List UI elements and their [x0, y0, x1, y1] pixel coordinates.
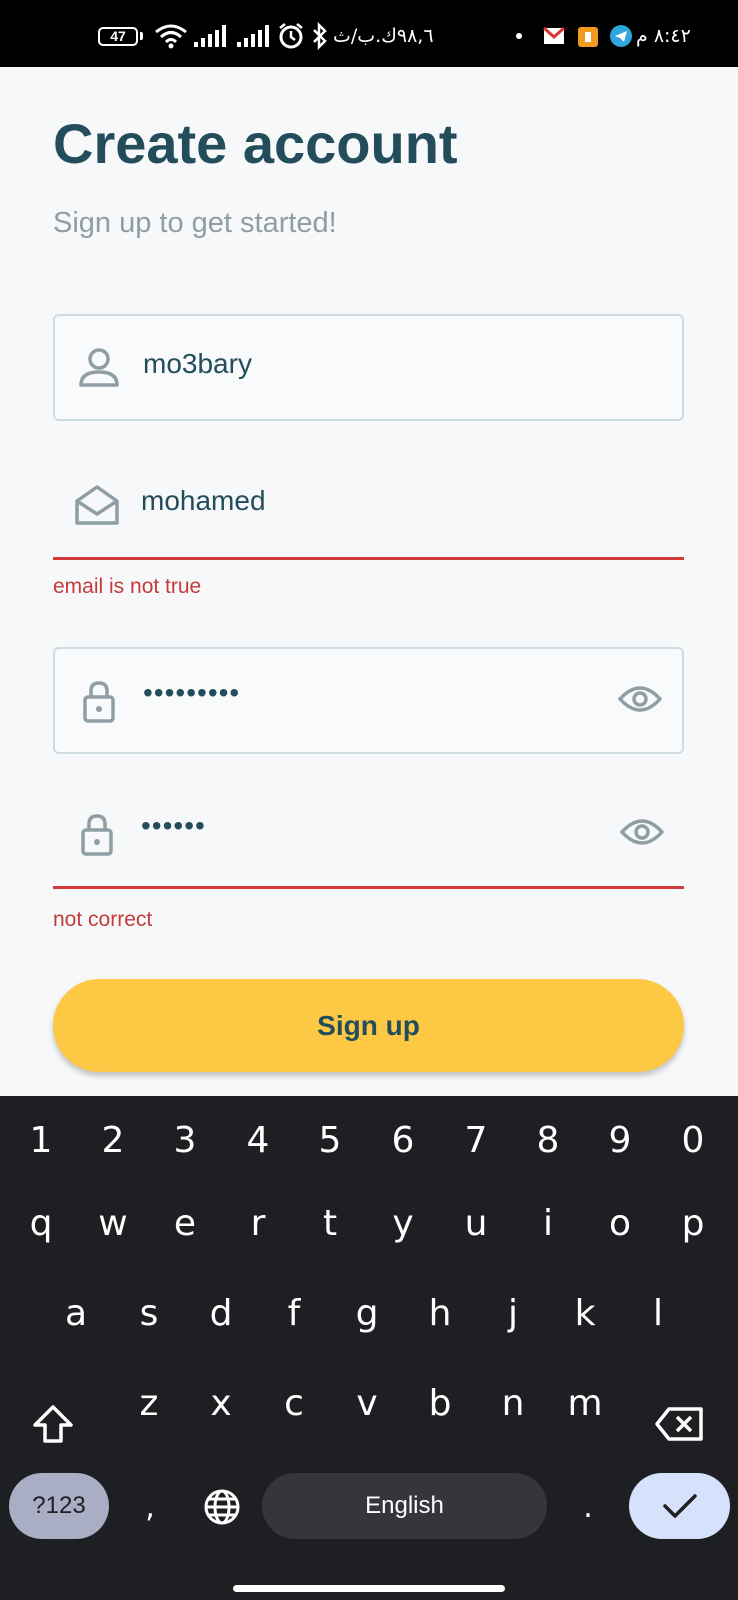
- key-1[interactable]: 1: [9, 1108, 73, 1172]
- key-o[interactable]: o: [588, 1191, 652, 1255]
- signup-screen: Create account Sign up to get started! m…: [0, 67, 738, 1096]
- key-t[interactable]: t: [298, 1191, 362, 1255]
- key-k[interactable]: k: [553, 1281, 617, 1345]
- key-9[interactable]: 9: [588, 1108, 652, 1172]
- key-f[interactable]: f: [262, 1281, 326, 1345]
- backspace-icon: [655, 1407, 703, 1441]
- username-value: mo3bary: [143, 348, 252, 379]
- key-6[interactable]: 6: [371, 1108, 435, 1172]
- key-p[interactable]: p: [661, 1191, 725, 1255]
- globe-icon: [204, 1489, 240, 1525]
- key-5[interactable]: 5: [298, 1108, 362, 1172]
- key-w[interactable]: w: [81, 1191, 145, 1255]
- keyboard: 1234567890 qwertyuiop asdfghjkl zxcvbnm ?12…: [0, 1096, 738, 1600]
- email-value: mohamed: [141, 485, 266, 516]
- key-s[interactable]: s: [117, 1281, 181, 1345]
- key-g[interactable]: g: [335, 1281, 399, 1345]
- enter-key[interactable]: [629, 1473, 730, 1539]
- signal-icon: [237, 25, 269, 47]
- key-h[interactable]: h: [408, 1281, 472, 1345]
- key-y[interactable]: y: [371, 1191, 435, 1255]
- signal-icon: [194, 25, 226, 47]
- battery-level: 47: [110, 28, 126, 44]
- space-key[interactable]: English: [262, 1473, 547, 1539]
- key-q[interactable]: q: [9, 1191, 73, 1255]
- key-b[interactable]: b: [408, 1371, 472, 1435]
- clock: ٨:٤٢ م: [636, 25, 691, 47]
- key-z[interactable]: z: [117, 1371, 181, 1435]
- envelope-icon: [75, 485, 119, 525]
- comma-key[interactable]: ,: [118, 1475, 182, 1539]
- language-key[interactable]: [190, 1475, 254, 1539]
- eye-icon[interactable]: [618, 683, 662, 715]
- lock-icon: [81, 814, 113, 856]
- symbols-key[interactable]: ?123: [9, 1473, 109, 1539]
- password-field[interactable]: •••••••••: [53, 647, 684, 754]
- password-value: •••••••••: [143, 677, 241, 708]
- page-subtitle: Sign up to get started!: [53, 207, 337, 239]
- key-u[interactable]: u: [444, 1191, 508, 1255]
- gmail-icon: [543, 26, 565, 44]
- period-key[interactable]: .: [556, 1475, 620, 1539]
- email-error: email is not true: [53, 575, 202, 598]
- shift-key[interactable]: [21, 1392, 85, 1456]
- email-field[interactable]: mohamed: [53, 453, 684, 560]
- key-c[interactable]: c: [262, 1371, 326, 1435]
- lock-icon: [83, 681, 115, 723]
- page-title: Create account: [53, 112, 458, 175]
- username-field[interactable]: mo3bary: [53, 314, 684, 421]
- confirm-password-error: not correct: [53, 908, 153, 931]
- check-icon: [662, 1494, 697, 1518]
- key-m[interactable]: m: [553, 1371, 617, 1435]
- key-n[interactable]: n: [481, 1371, 545, 1435]
- key-2[interactable]: 2: [81, 1108, 145, 1172]
- navigation-handle[interactable]: [233, 1585, 505, 1592]
- key-i[interactable]: i: [516, 1191, 580, 1255]
- data-speed: ٩٨,٦ك.ب/ث: [333, 25, 434, 47]
- dot-icon: [516, 22, 522, 50]
- key-7[interactable]: 7: [444, 1108, 508, 1172]
- key-v[interactable]: v: [335, 1371, 399, 1435]
- key-r[interactable]: r: [226, 1191, 290, 1255]
- key-d[interactable]: d: [189, 1281, 253, 1345]
- key-4[interactable]: 4: [226, 1108, 290, 1172]
- backspace-key[interactable]: [648, 1392, 712, 1456]
- shift-icon: [33, 1405, 73, 1443]
- key-a[interactable]: a: [44, 1281, 108, 1345]
- bluetooth-icon: [313, 22, 327, 50]
- signup-button[interactable]: Sign up: [53, 979, 684, 1072]
- key-l[interactable]: l: [626, 1281, 690, 1345]
- person-icon: [79, 348, 119, 387]
- notification-app-icon: [578, 27, 598, 47]
- wifi-icon: [155, 24, 187, 49]
- battery-indicator: 47: [98, 22, 143, 50]
- key-8[interactable]: 8: [516, 1108, 580, 1172]
- alarm-icon: [279, 23, 303, 49]
- telegram-icon: [610, 25, 632, 47]
- key-3[interactable]: 3: [153, 1108, 217, 1172]
- key-0[interactable]: 0: [661, 1108, 725, 1172]
- key-e[interactable]: e: [153, 1191, 217, 1255]
- key-j[interactable]: j: [481, 1281, 545, 1345]
- key-x[interactable]: x: [189, 1371, 253, 1435]
- eye-icon[interactable]: [620, 816, 664, 848]
- confirm-password-field[interactable]: ••••••: [53, 782, 684, 889]
- confirm-password-value: ••••••: [141, 810, 206, 841]
- status-bar: 47 ٩٨,٦ك.ب/ث ٨:٤٢ م: [0, 0, 738, 67]
